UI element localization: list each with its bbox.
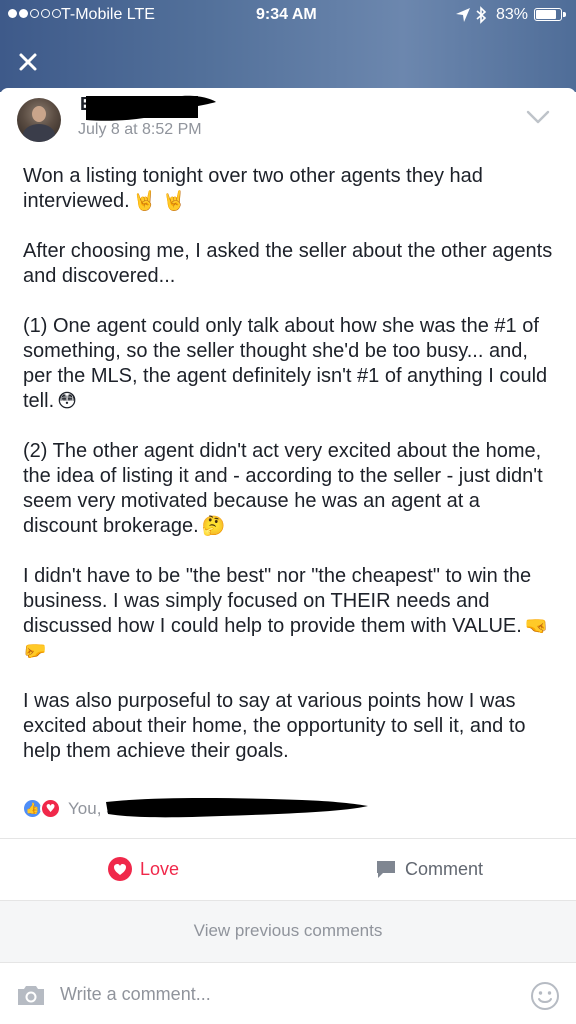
chevron-down-icon[interactable] [526, 110, 550, 124]
battery-cap [563, 12, 566, 17]
comment-icon [377, 861, 395, 878]
heart-icon [108, 857, 132, 881]
comment-composer [0, 963, 576, 1024]
flushed-face-emoji: 😳 [57, 390, 77, 412]
close-icon[interactable] [14, 48, 42, 76]
post-paragraph: After choosing me, I asked the seller ab… [23, 240, 553, 287]
post-paragraph: I was also purposeful to say at various … [23, 690, 526, 762]
post-paragraph: (1) One agent could only talk about how … [23, 315, 548, 412]
comment-input[interactable] [60, 977, 460, 1011]
comment-button[interactable]: Comment [376, 854, 483, 884]
view-previous-comments-link[interactable]: View previous comments [0, 921, 576, 941]
camera-icon[interactable] [16, 983, 46, 1007]
love-button[interactable]: Love [108, 854, 179, 884]
post-body: Won a listing tonight over two other age… [23, 164, 558, 789]
divider [0, 838, 576, 839]
love-reaction-icon: ♥ [40, 798, 61, 819]
post-card: E July 8 at 8:52 PM Won a listing tonigh… [0, 88, 576, 1024]
location-arrow-icon [456, 8, 470, 22]
redaction-mark [106, 798, 368, 818]
status-time: 9:34 AM [256, 6, 317, 23]
redaction-mark [86, 95, 216, 121]
comment-label: Comment [405, 858, 484, 879]
post-paragraph: (2) The other agent didn't act very exci… [23, 440, 543, 537]
signal-strength-icon [8, 9, 61, 18]
smiley-icon[interactable] [530, 981, 560, 1011]
bluetooth-icon [476, 6, 487, 24]
battery-percentage: 83% [496, 6, 529, 23]
carrier-label: T-Mobile LTE [61, 6, 155, 23]
status-bar: T-Mobile LTE 9:34 AM 83% [0, 0, 576, 30]
previous-comments-area: View previous comments [0, 900, 576, 963]
battery-fill [536, 10, 556, 19]
battery-icon [534, 8, 562, 21]
rock-on-emoji: 🤘 🤘 [132, 190, 187, 212]
love-label: Love [140, 858, 180, 879]
post-paragraph: I didn't have to be "the best" nor "the … [23, 565, 549, 662]
post-paragraph: Won a listing tonight over two other age… [23, 165, 483, 212]
thinking-face-emoji: 🤔 [201, 515, 226, 537]
avatar[interactable] [17, 98, 61, 142]
reactions-summary[interactable]: 👍 ♥ You, 5 others [22, 796, 562, 822]
